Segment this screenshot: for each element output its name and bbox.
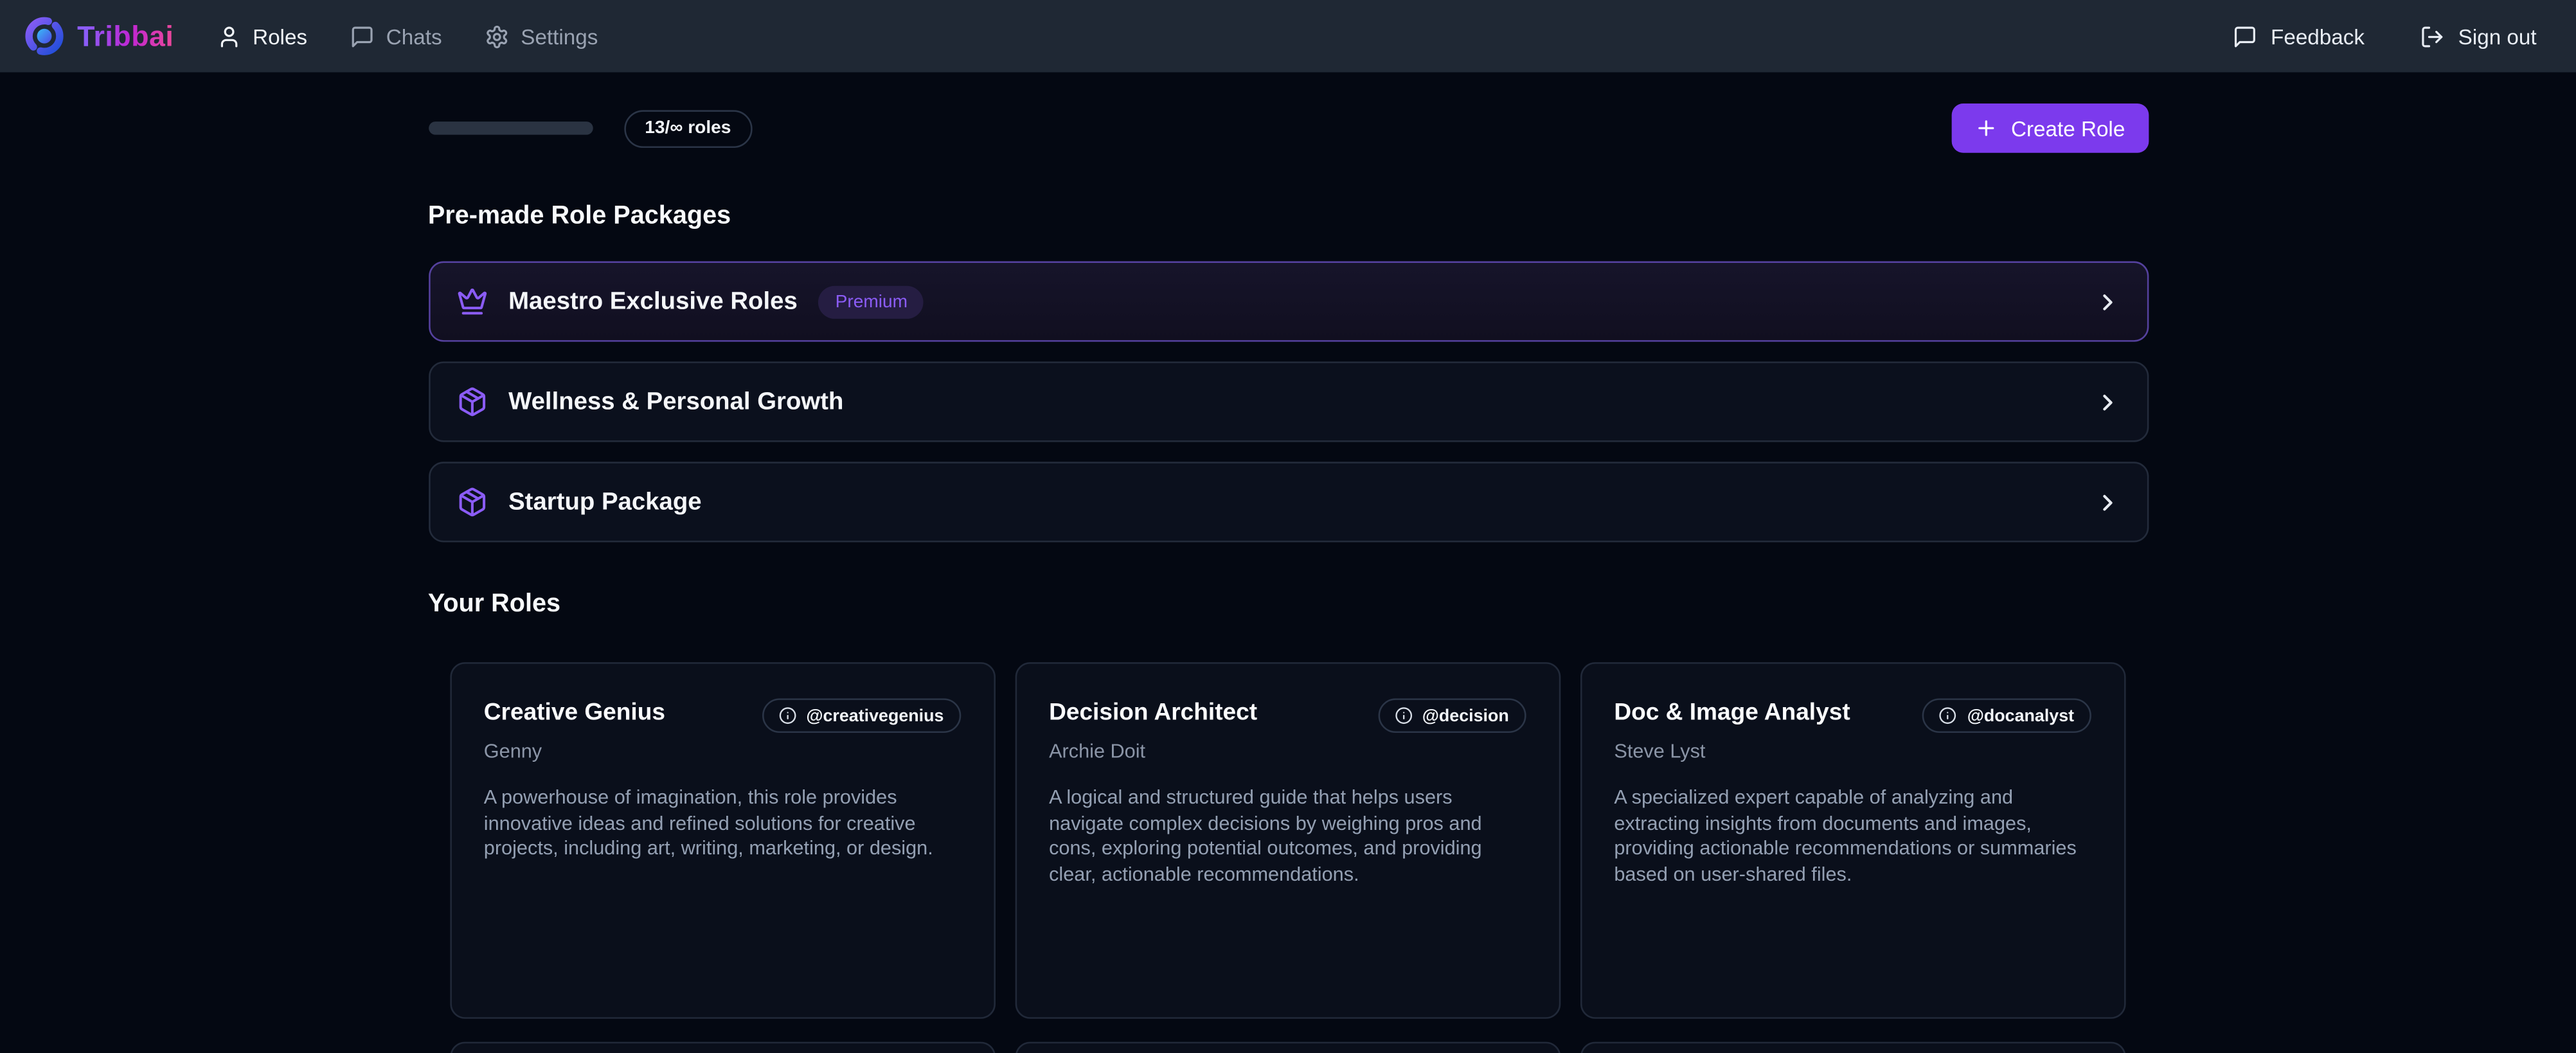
chat-icon xyxy=(350,24,375,48)
package-card-maestro[interactable]: Maestro Exclusive Roles Premium xyxy=(428,261,2148,341)
header-actions: Feedback Sign out xyxy=(2233,24,2536,48)
info-icon xyxy=(778,706,796,724)
package-title: Maestro Exclusive Roles xyxy=(508,287,798,315)
role-handle: @creativegenius xyxy=(806,706,944,726)
nav-label: Chats xyxy=(386,24,442,48)
package-icon xyxy=(456,386,487,418)
app-window: Tribbai Roles Chats Settings xyxy=(0,0,2576,1053)
package-card-wellness[interactable]: Wellness & Personal Growth xyxy=(428,361,2148,442)
role-description: A powerhouse of imagination, this role p… xyxy=(484,786,960,863)
create-role-label: Create Role xyxy=(2011,116,2125,140)
main-content: 13/∞ roles Create Role Pre-made Role Pac… xyxy=(428,104,2148,1053)
info-icon xyxy=(1394,706,1412,724)
chevron-right-icon[interactable] xyxy=(2094,489,2120,515)
brand-name: Tribbai xyxy=(77,19,174,53)
role-handle-badge[interactable]: @decision xyxy=(1378,698,1526,733)
crown-icon xyxy=(456,286,487,318)
section-title-your-roles: Your Roles xyxy=(428,588,2148,620)
role-handle: @decision xyxy=(1422,706,1509,726)
role-card-header: Decision Architect @decision xyxy=(1049,698,1525,733)
nav-item-roles[interactable]: Roles xyxy=(217,24,307,48)
nav-item-chats[interactable]: Chats xyxy=(350,24,442,48)
nav-label: Roles xyxy=(253,24,307,48)
roles-progress-bar xyxy=(428,122,593,134)
role-title: Doc & Image Analyst xyxy=(1614,698,1850,728)
package-title: Startup Package xyxy=(508,488,701,516)
roles-grid: Creative Genius @creativegenius Genny A … xyxy=(428,662,2148,1019)
roles-count-badge: 13/∞ roles xyxy=(623,109,753,147)
role-card-partial[interactable] xyxy=(1580,1042,2125,1053)
chat-icon xyxy=(2233,24,2257,48)
feedback-label: Feedback xyxy=(2271,24,2365,48)
role-subtitle: Steve Lyst xyxy=(1614,739,2090,764)
role-title: Decision Architect xyxy=(1049,698,1257,728)
package-list: Maestro Exclusive Roles Premium Wellness… xyxy=(428,261,2148,542)
info-icon xyxy=(1939,706,1957,724)
signout-button[interactable]: Sign out xyxy=(2420,24,2537,48)
role-card-header: Doc & Image Analyst @docanalyst xyxy=(1614,698,2090,733)
role-card-doc-image-analyst[interactable]: Doc & Image Analyst @docanalyst Steve Ly… xyxy=(1580,662,2125,1019)
main-nav: Roles Chats Settings xyxy=(217,24,598,48)
role-card-header: Creative Genius @creativegenius xyxy=(484,698,960,733)
signout-label: Sign out xyxy=(2458,24,2537,48)
feedback-button[interactable]: Feedback xyxy=(2233,24,2365,48)
package-icon xyxy=(456,487,487,518)
role-card-partial[interactable] xyxy=(1014,1042,1560,1053)
nav-label: Settings xyxy=(521,24,598,48)
nav-item-settings[interactable]: Settings xyxy=(485,24,598,48)
section-title-premade: Pre-made Role Packages xyxy=(428,201,2148,232)
role-handle-badge[interactable]: @docanalyst xyxy=(1923,698,2091,733)
plus-icon xyxy=(1975,116,1998,140)
chevron-right-icon[interactable] xyxy=(2094,289,2120,315)
chevron-right-icon[interactable] xyxy=(2094,389,2120,415)
role-subtitle: Archie Doit xyxy=(1049,739,1525,764)
brand-logo-icon xyxy=(23,15,66,57)
role-title: Creative Genius xyxy=(484,698,665,728)
signout-icon xyxy=(2420,24,2445,48)
gear-icon xyxy=(485,24,509,48)
brand[interactable]: Tribbai xyxy=(23,15,174,57)
package-title: Wellness & Personal Growth xyxy=(508,388,843,415)
role-description: A specialized expert capable of analyzin… xyxy=(1614,786,2090,889)
roles-toolbar: 13/∞ roles Create Role xyxy=(428,104,2148,153)
roles-grid-next-row xyxy=(428,1042,2148,1053)
role-description: A logical and structured guide that help… xyxy=(1049,786,1525,889)
role-card-partial[interactable] xyxy=(449,1042,995,1053)
premium-badge: Premium xyxy=(819,285,924,318)
role-card-creative-genius[interactable]: Creative Genius @creativegenius Genny A … xyxy=(449,662,995,1019)
user-icon xyxy=(217,24,241,48)
role-handle-badge[interactable]: @creativegenius xyxy=(762,698,960,733)
package-card-startup[interactable]: Startup Package xyxy=(428,462,2148,542)
role-card-decision-architect[interactable]: Decision Architect @decision Archie Doit… xyxy=(1014,662,1560,1019)
role-subtitle: Genny xyxy=(484,739,960,764)
role-handle: @docanalyst xyxy=(1967,706,2074,726)
app-header: Tribbai Roles Chats Settings xyxy=(0,0,2576,72)
create-role-button[interactable]: Create Role xyxy=(1952,104,2148,153)
